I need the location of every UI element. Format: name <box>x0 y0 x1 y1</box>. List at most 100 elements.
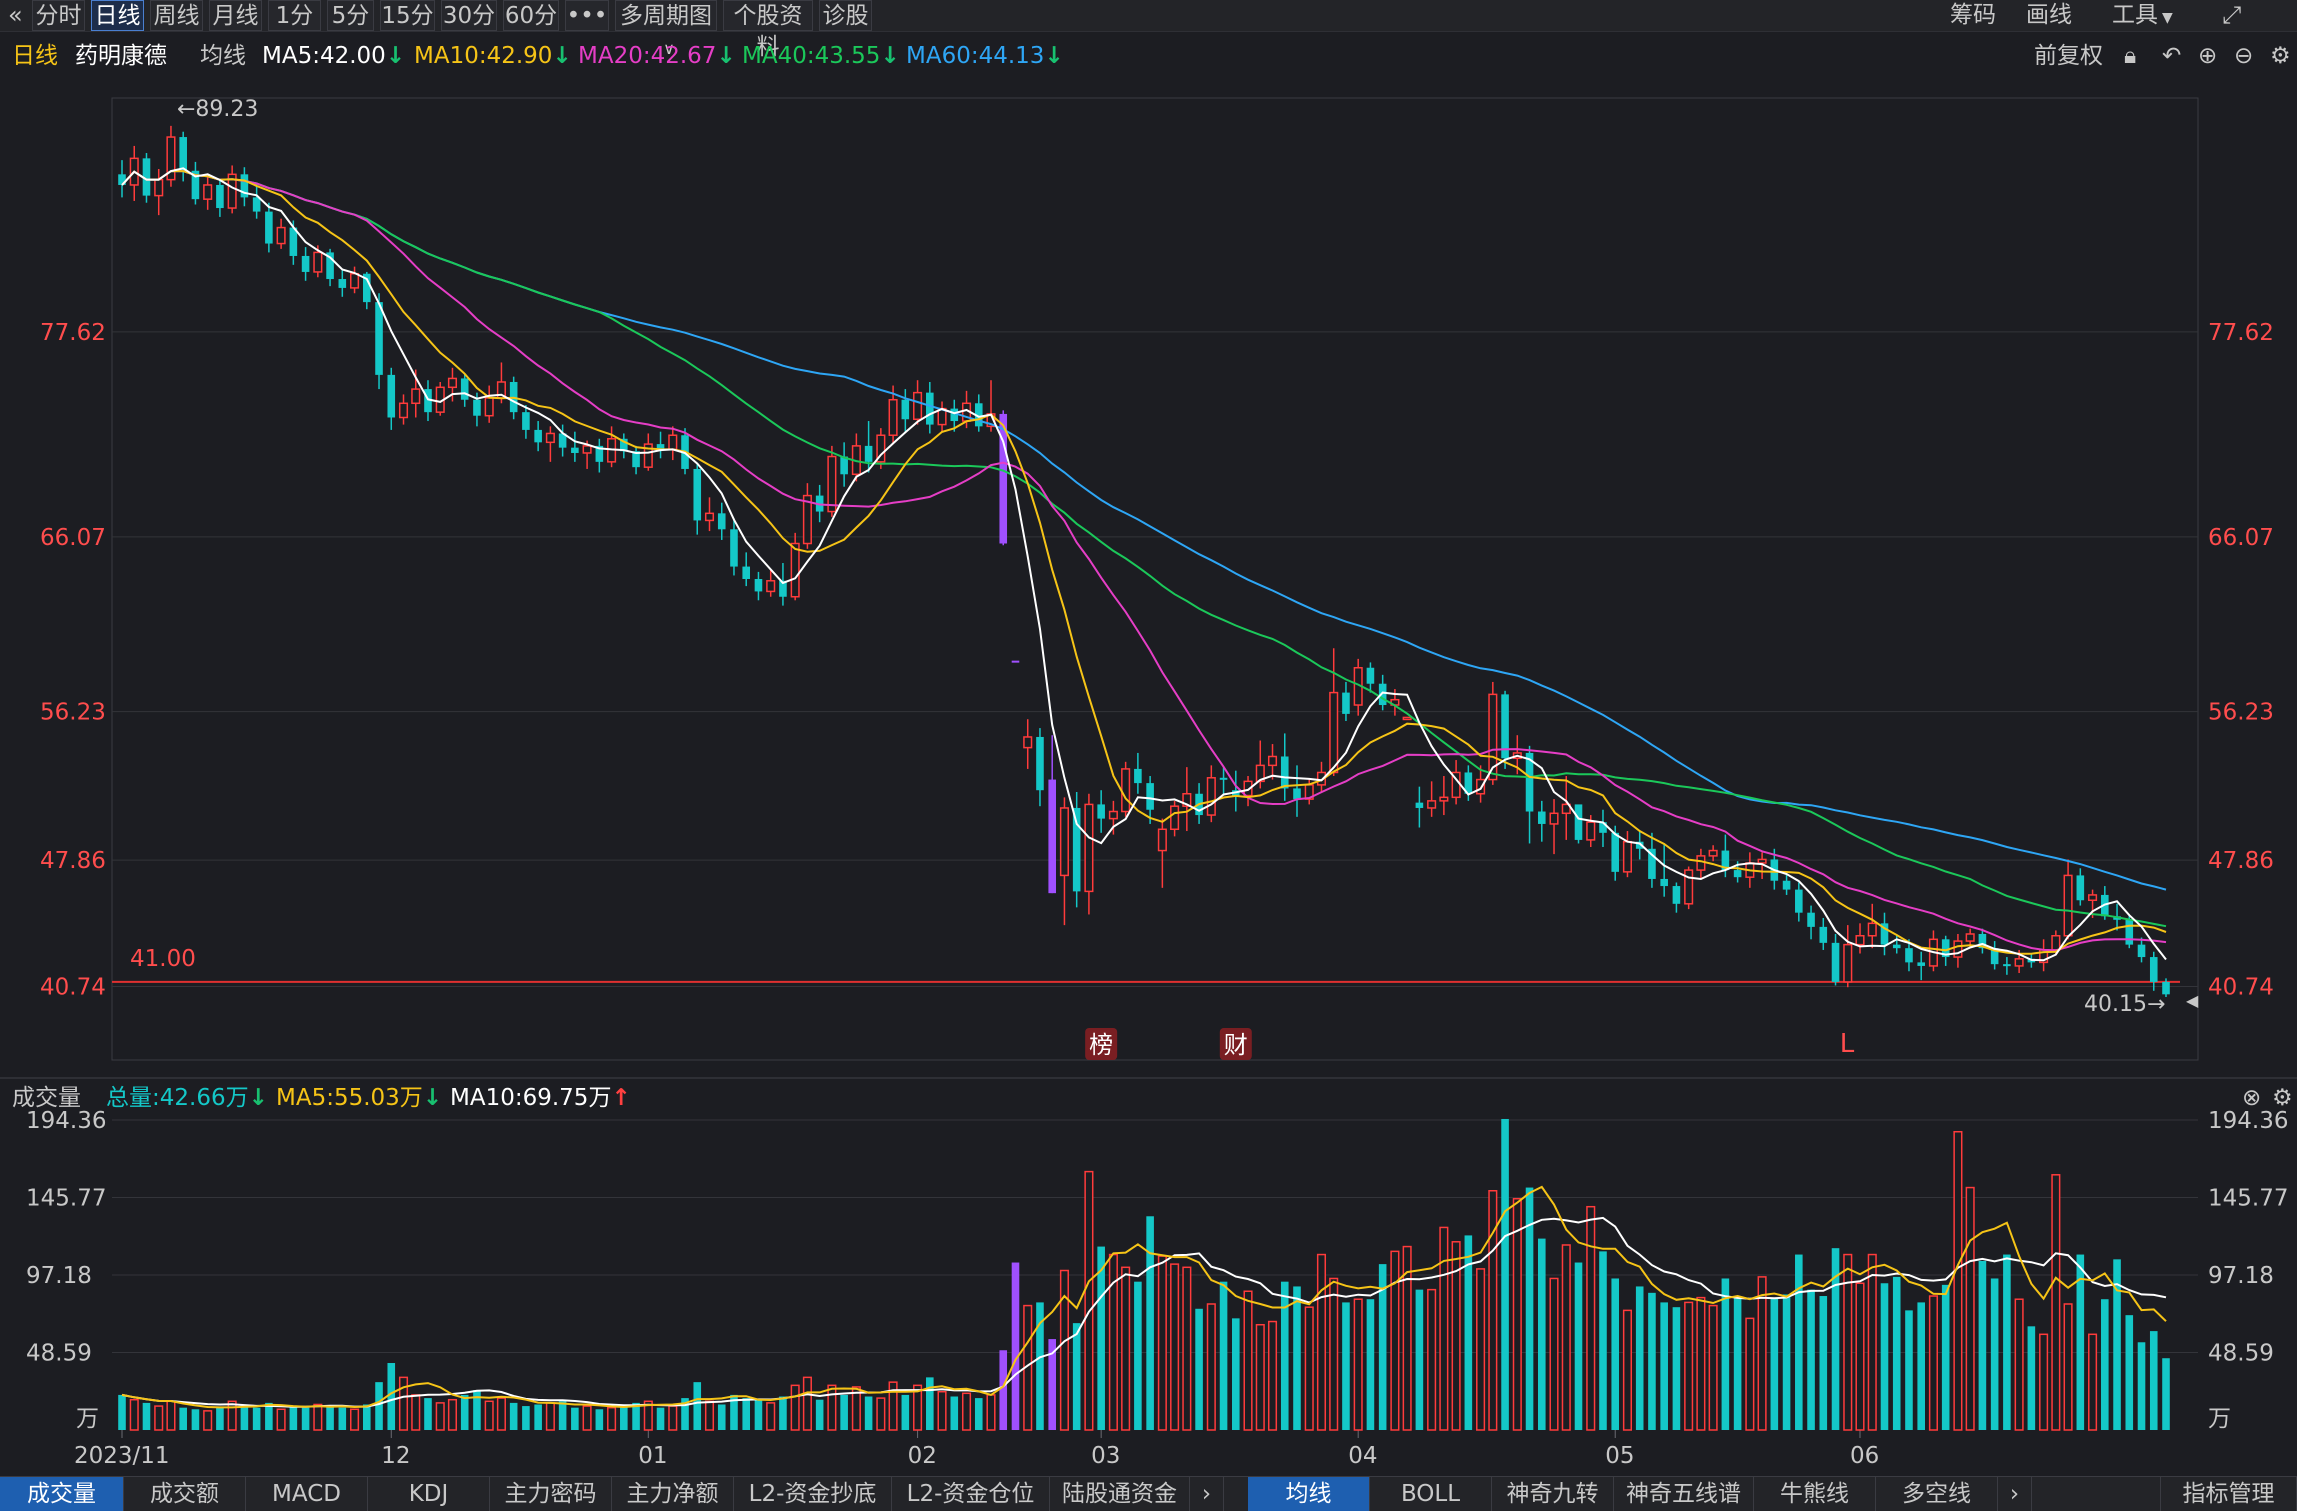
tab-turnover[interactable]: 成交额 <box>124 1477 246 1511</box>
volume-bar <box>961 1392 972 1431</box>
volume-bar <box>558 1401 567 1430</box>
candle-body <box>2137 944 2146 958</box>
candle-body <box>350 272 360 289</box>
volume-bar <box>216 1407 224 1430</box>
candle-body <box>730 529 738 567</box>
chevron-right-icon[interactable]: › <box>1998 1477 2032 1511</box>
volume-bar <box>864 1396 873 1430</box>
candle-body <box>1672 886 1681 904</box>
tab-main-force-net[interactable]: 主力净额 <box>612 1477 734 1511</box>
volume-bar <box>668 1405 678 1431</box>
volume-bar <box>1232 1318 1240 1430</box>
candle-body <box>1622 840 1633 873</box>
candle-body <box>1684 869 1694 905</box>
volume-bar <box>1549 1277 1559 1431</box>
candle-body <box>1782 880 1791 890</box>
tab-main-force-code[interactable]: 主力密码 <box>490 1477 612 1511</box>
volume-bar <box>301 1407 310 1430</box>
volume-bar <box>1512 1197 1522 1431</box>
tab-boll[interactable]: BOLL <box>1370 1477 1492 1511</box>
tab-kdj[interactable]: KDJ <box>368 1477 490 1511</box>
candle-body <box>1892 944 1901 949</box>
volume-bar <box>1121 1266 1131 1431</box>
candle-body <box>913 391 923 421</box>
volume-bar <box>1622 1309 1633 1431</box>
candle-body <box>522 412 530 430</box>
volume-tick-label-right: 97.18 <box>2208 1263 2274 1289</box>
volume-bar <box>582 1405 592 1431</box>
tab-bull-bear-line[interactable]: 牛熊线 <box>1754 1477 1876 1511</box>
volume-tick-label-right: 48.59 <box>2208 1341 2274 1367</box>
candle-body <box>1219 777 1228 780</box>
volume-bar <box>1304 1306 1314 1431</box>
volume-bar <box>129 1398 139 1431</box>
volume-bar <box>1072 1323 1081 1430</box>
candle-body <box>473 399 481 416</box>
candle-body <box>2063 874 2073 937</box>
volume-tick-label-left: 48.59 <box>26 1341 92 1367</box>
volume-bar <box>2149 1331 2158 1430</box>
tab-l2-position-fund[interactable]: L2-资金仓位 <box>892 1477 1050 1511</box>
volume-bar <box>411 1394 421 1431</box>
tab-magic-nine[interactable]: 神奇九转 <box>1492 1477 1614 1511</box>
volume-bar <box>1819 1296 1828 1430</box>
volume-bar <box>1867 1253 1877 1431</box>
volume-tick-label-left: 145.77 <box>26 1186 106 1212</box>
tab-l2-bottom-fund[interactable]: L2-资金抄底 <box>734 1477 892 1511</box>
candle-body <box>2149 957 2158 982</box>
candle-body <box>742 566 751 579</box>
x-axis-label: 12 <box>381 1443 410 1469</box>
candle-body <box>276 226 286 245</box>
tab-long-short-line[interactable]: 多空线 <box>1876 1477 1998 1511</box>
event-marker: L <box>1840 1029 1855 1059</box>
candle-body <box>1267 755 1278 767</box>
candle-body <box>1134 768 1142 784</box>
candle-body <box>387 374 396 418</box>
candle-body <box>1097 804 1105 819</box>
volume-bar <box>1329 1277 1339 1431</box>
volume-bar <box>522 1406 530 1430</box>
volume-bar <box>1770 1297 1779 1430</box>
volume-bar <box>1415 1289 1424 1430</box>
volume-bar <box>1586 1205 1596 1431</box>
candle-body <box>1843 943 1853 983</box>
candle-body <box>754 579 763 592</box>
candle-body <box>484 397 494 417</box>
volume-bar <box>460 1394 469 1430</box>
volume-bar <box>1953 1130 1963 1431</box>
volume-bar <box>1684 1301 1694 1431</box>
volume-bar <box>1195 1308 1203 1430</box>
volume-bar <box>1134 1281 1142 1430</box>
candle-body <box>398 402 409 419</box>
x-axis-label: 2023/11 <box>74 1443 170 1469</box>
volume-bar <box>2162 1358 2170 1430</box>
kline-chart[interactable]: 40.74 40.74 47.86 47.86 56.23 56.23 66.07 66.07… <box>0 0 2297 1476</box>
chevron-right-icon[interactable]: › <box>1190 1477 1224 1511</box>
candle-body <box>1537 811 1546 824</box>
tab-macd[interactable]: MACD <box>246 1477 368 1511</box>
indicator-manage-button[interactable]: 指标管理 <box>2160 1477 2297 1511</box>
volume-bar <box>1599 1251 1607 1430</box>
candle-body <box>154 178 164 197</box>
candle-body <box>1011 660 1020 663</box>
tab-ma[interactable]: 均线 <box>1248 1477 1370 1511</box>
tab-magic-five-line[interactable]: 神奇五线谱 <box>1614 1477 1754 1511</box>
last-price-pointer-icon: ◀ <box>2186 991 2199 1010</box>
volume-bar <box>534 1404 542 1430</box>
candle-body <box>2003 964 2011 967</box>
tab-volume[interactable]: 成交量 <box>0 1477 124 1511</box>
candle-body <box>1023 736 1033 749</box>
candle-body <box>1146 783 1154 810</box>
volume-bar <box>350 1408 360 1431</box>
volume-bar <box>1721 1278 1730 1430</box>
candle-body <box>827 455 837 513</box>
low-price-label: 40.15→ <box>2084 992 2165 1017</box>
candle-body <box>534 429 542 443</box>
volume-bar <box>1611 1278 1620 1430</box>
volume-bar <box>1084 1170 1094 1431</box>
tab-northbound-fund[interactable]: 陆股通资金 <box>1050 1477 1190 1511</box>
volume-bar <box>571 1407 579 1430</box>
volume-tick-label-left: 194.36 <box>26 1108 106 1134</box>
candle-body <box>693 468 702 521</box>
candle-body <box>1476 778 1486 795</box>
